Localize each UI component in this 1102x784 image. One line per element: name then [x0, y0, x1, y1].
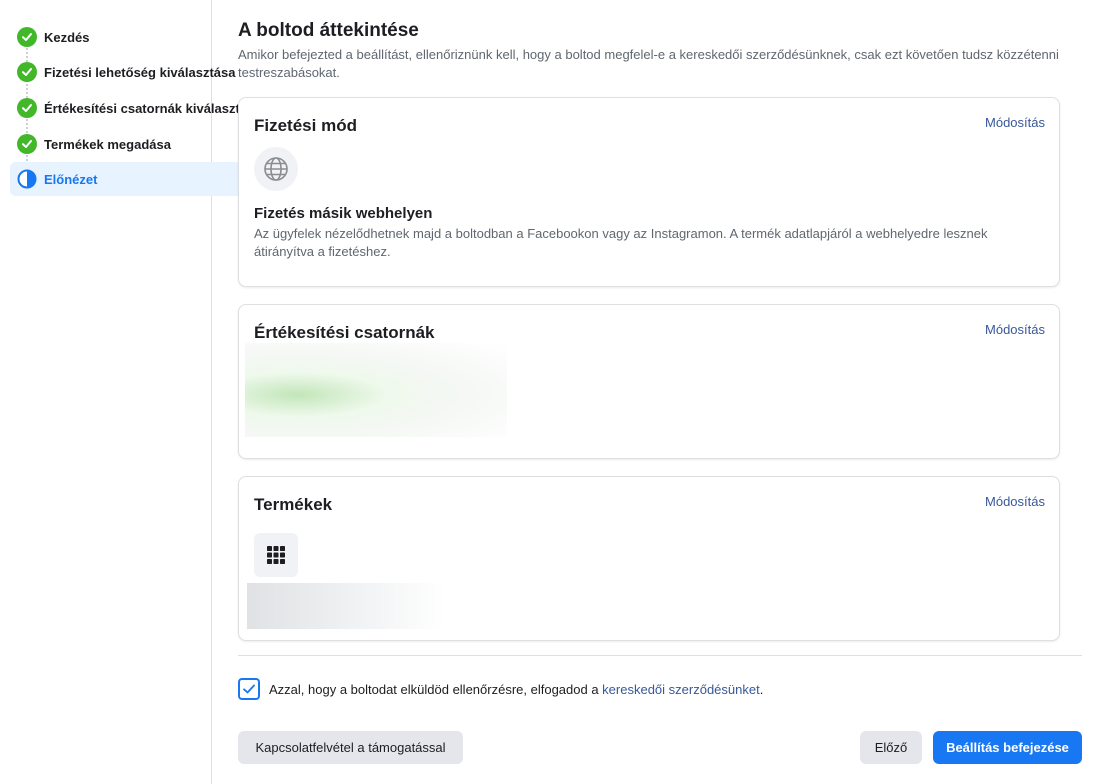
- step-sales-channels[interactable]: Értékesítési csatornák kiválasztása: [10, 91, 262, 125]
- setup-stepper: Kezdés Fizetési lehetőség kiválasztása É…: [0, 0, 262, 784]
- contact-support-button[interactable]: Kapcsolatfelvétel a támogatással: [238, 731, 463, 764]
- divider: [238, 655, 1082, 656]
- checkmark-icon: [243, 684, 255, 694]
- edit-channels-link[interactable]: Módosítás: [985, 322, 1045, 337]
- edit-payment-link[interactable]: Módosítás: [985, 115, 1045, 130]
- step-preview[interactable]: Előnézet: [10, 162, 260, 196]
- page-title: A boltod áttekintése: [238, 20, 419, 41]
- half-circle-icon: [17, 169, 37, 189]
- blurred-products-preview: [247, 583, 445, 629]
- checkmark-icon: [17, 62, 37, 82]
- edit-products-link[interactable]: Módosítás: [985, 494, 1045, 509]
- agreement-row: Azzal, hogy a boltodat elküldöd ellenőrz…: [238, 678, 763, 700]
- merchant-agreement-link[interactable]: kereskedői szerződésünket: [602, 682, 760, 697]
- card-title: Fizetési mód: [254, 116, 357, 135]
- step-label: Fizetési lehetőség kiválasztása: [44, 64, 236, 80]
- payment-method-description: Az ügyfelek nézelődhetnek majd a boltodb…: [254, 226, 988, 259]
- agreement-checkbox[interactable]: [238, 678, 260, 700]
- card-title: Értékesítési csatornák: [254, 323, 435, 342]
- step-label: Előnézet: [44, 171, 98, 187]
- card-title: Termékek: [254, 495, 333, 514]
- step-payment-option[interactable]: Fizetési lehetőség kiválasztása: [10, 55, 260, 89]
- review-header: A boltod áttekintése Amikor befejezted a…: [238, 20, 1060, 82]
- payment-method-title: Fizetés másik webhelyen: [254, 205, 433, 222]
- step-label: Értékesítési csatornák kiválasztása: [44, 100, 262, 116]
- step-products[interactable]: Termékek megadása: [10, 127, 260, 161]
- checkmark-icon: [17, 134, 37, 154]
- products-card: Termékek Módosítás: [238, 476, 1060, 641]
- previous-button[interactable]: Előző: [860, 731, 922, 764]
- checkmark-icon: [17, 98, 37, 118]
- globe-icon: [254, 147, 298, 191]
- agreement-text: Azzal, hogy a boltodat elküldöd ellenőrz…: [269, 681, 764, 697]
- sales-channels-card: Értékesítési csatornák Módosítás: [238, 304, 1060, 459]
- step-label: Kezdés: [44, 29, 90, 45]
- blurred-channel-preview: [245, 343, 507, 437]
- grid-icon: [254, 533, 298, 577]
- step-label: Termékek megadása: [44, 136, 171, 152]
- finish-setup-button[interactable]: Beállítás befejezése: [933, 731, 1082, 764]
- checkmark-icon: [17, 27, 37, 47]
- step-start[interactable]: Kezdés: [10, 20, 260, 54]
- payment-method-card: Fizetési mód Módosítás Fizetés másik web…: [238, 97, 1060, 287]
- page-subtitle: Amikor befejezted a beállítást, ellenőri…: [238, 47, 1059, 80]
